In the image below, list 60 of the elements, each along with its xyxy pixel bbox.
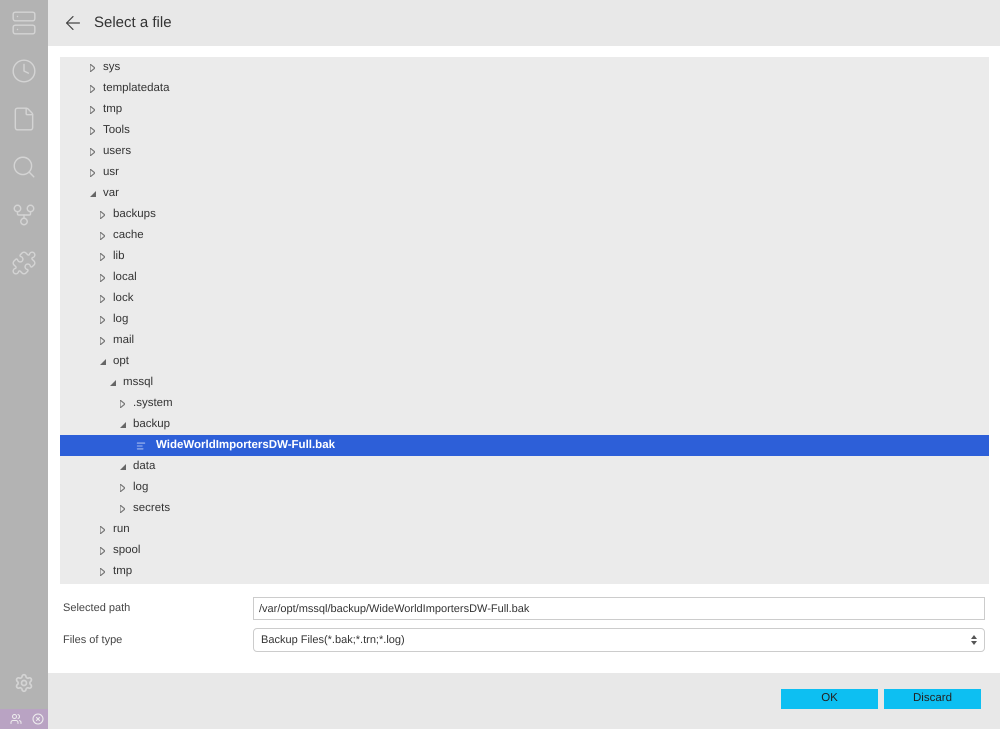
tree-item[interactable]: backup [60, 414, 989, 435]
caret-right-icon[interactable] [90, 126, 95, 134]
tree-item[interactable]: log [60, 477, 989, 498]
tree-item[interactable]: sys [60, 57, 989, 78]
tree-item[interactable]: spool [60, 540, 989, 561]
caret-down-icon[interactable] [110, 380, 116, 386]
caret-right-icon[interactable] [100, 568, 105, 576]
file-type-select[interactable]: Backup Files(*.bak;*.trn;*.log) [253, 628, 985, 652]
caret-right-icon[interactable] [100, 526, 105, 534]
caret-right-icon[interactable] [100, 546, 105, 554]
tree-item[interactable]: users [60, 141, 989, 162]
caret-right-icon[interactable] [120, 504, 125, 512]
updown-icon [971, 635, 977, 645]
path-field[interactable]: /var/opt/mssql/backup/WideWorldImportersDW-Full.bak [253, 597, 985, 620]
tree-item[interactable]: lock [60, 288, 989, 309]
tree-item[interactable]: WideWorldImportersDW-Full.bak [60, 435, 989, 456]
caret-right-icon[interactable] [100, 252, 105, 260]
tree-item[interactable]: .system [60, 393, 989, 414]
caret-down-icon[interactable] [90, 190, 96, 196]
field-label: Files of type [63, 632, 124, 648]
caret-right-icon[interactable] [90, 106, 95, 114]
caret-down-icon[interactable] [120, 422, 126, 428]
caret-right-icon[interactable] [90, 84, 95, 92]
tree-item[interactable]: opt [60, 351, 989, 372]
caret-down-icon[interactable] [100, 358, 106, 364]
caret-right-icon[interactable] [100, 232, 105, 240]
tree-item[interactable]: run [60, 519, 989, 540]
dialog-button[interactable]: OK [781, 689, 878, 709]
tree-item[interactable]: tmp [60, 561, 989, 582]
people-icon[interactable] [10, 713, 22, 725]
close-circle-icon[interactable] [32, 713, 44, 725]
caret-right-icon[interactable] [90, 148, 95, 156]
tree-item[interactable]: lib [60, 246, 989, 267]
tree-item[interactable]: local [60, 267, 989, 288]
tree-item[interactable]: tmp [60, 99, 989, 120]
field-label: Selected path [63, 601, 132, 616]
caret-right-icon[interactable] [100, 210, 105, 218]
tree-item[interactable]: Tools [60, 120, 989, 141]
tree-item[interactable]: data [60, 456, 989, 477]
tree-item[interactable]: mssql [60, 372, 989, 393]
tree-item[interactable]: templatedata [60, 78, 989, 99]
caret-right-icon[interactable] [120, 400, 125, 408]
caret-right-icon[interactable] [120, 484, 125, 492]
caret-right-icon[interactable] [100, 294, 105, 302]
tree-item[interactable]: log [60, 309, 989, 330]
page-title: Select a file [94, 12, 172, 33]
caret-right-icon[interactable] [100, 336, 105, 344]
tree-item[interactable]: usr [60, 162, 989, 183]
tree-item[interactable]: backups [60, 204, 989, 225]
tree-item[interactable]: var [60, 183, 989, 204]
caret-right-icon[interactable] [90, 168, 95, 176]
tree-item[interactable]: secrets [60, 498, 989, 519]
dialog-button[interactable]: Discard [884, 689, 981, 709]
tree-item[interactable]: cache [60, 225, 989, 246]
tree-item[interactable]: mail [60, 330, 989, 351]
caret-right-icon[interactable] [100, 274, 105, 282]
caret-right-icon[interactable] [100, 316, 105, 324]
caret-right-icon[interactable] [90, 64, 95, 72]
file-icon [136, 440, 146, 450]
caret-down-icon[interactable] [120, 464, 126, 470]
